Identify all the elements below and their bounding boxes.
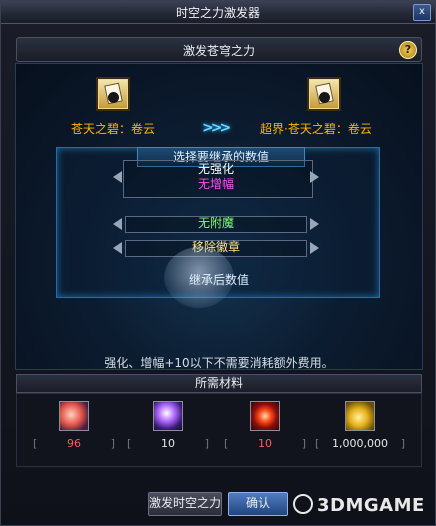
confirm-button[interactable]: 确认 — [228, 492, 288, 516]
help-icon[interactable]: ? — [399, 41, 417, 59]
section-title: 激发苍穹之力 — [182, 44, 255, 58]
result-label: 继承后数值 — [188, 273, 249, 287]
fee-note: 强化、增幅+10以下不需要消耗额外费用。 — [104, 356, 334, 370]
transfer-arrow-icon: >>> — [202, 120, 231, 136]
target-item-slot[interactable] — [309, 79, 339, 109]
next-arrow-icon[interactable] — [310, 242, 319, 254]
reinforce-value: 无强化 — [197, 162, 234, 176]
source-item-name: 苍天之碧：卷云 — [71, 122, 156, 136]
materials-area: 96 10 10 1,000,000 — [16, 393, 422, 467]
material-count: 10 — [224, 437, 306, 451]
amplify-row: 无增幅 — [113, 177, 319, 194]
ink-icon — [319, 92, 330, 103]
watermark-text: 3DMGAME — [317, 495, 425, 516]
ink-icon — [108, 92, 119, 103]
activator-window: 时空之力激发器 x 激发苍穹之力 ? 苍天之碧：卷云 >>> 超界·苍天之碧：卷… — [0, 0, 436, 526]
activate-button[interactable]: 激发时空之力 — [148, 492, 222, 516]
amplify-value: 无增幅 — [197, 177, 234, 191]
purple-orb-icon[interactable] — [153, 401, 183, 431]
target-item-name: 超界·苍天之碧：卷云 — [260, 122, 372, 136]
fire-crystal-icon[interactable] — [59, 401, 89, 431]
materials-header: 所需材料 — [16, 374, 422, 393]
window-title: 时空之力激发器 — [175, 6, 260, 20]
title-bar[interactable]: 时空之力激发器 x — [1, 1, 435, 24]
material-count: 10 — [127, 437, 209, 451]
close-button[interactable]: x — [413, 4, 431, 21]
red-ring-icon[interactable] — [250, 401, 280, 431]
enchant-value: 无附魔 — [197, 216, 234, 230]
enchant-row: 无附魔 — [113, 216, 319, 233]
section-header: 激发苍穹之力 ? — [16, 37, 422, 62]
source-item-slot[interactable] — [98, 79, 128, 109]
watermark: 3DMGAME — [293, 494, 425, 516]
inheritance-stage: 苍天之碧：卷云 >>> 超界·苍天之碧：卷云 选择要继承的数值 无强化 无增幅 … — [15, 63, 423, 370]
next-arrow-icon[interactable] — [310, 218, 319, 230]
watermark-logo-icon — [293, 494, 313, 514]
material-count: 96 — [33, 437, 115, 451]
gold-coins-icon[interactable] — [345, 401, 375, 431]
material-count: 1,000,000 — [315, 437, 405, 451]
